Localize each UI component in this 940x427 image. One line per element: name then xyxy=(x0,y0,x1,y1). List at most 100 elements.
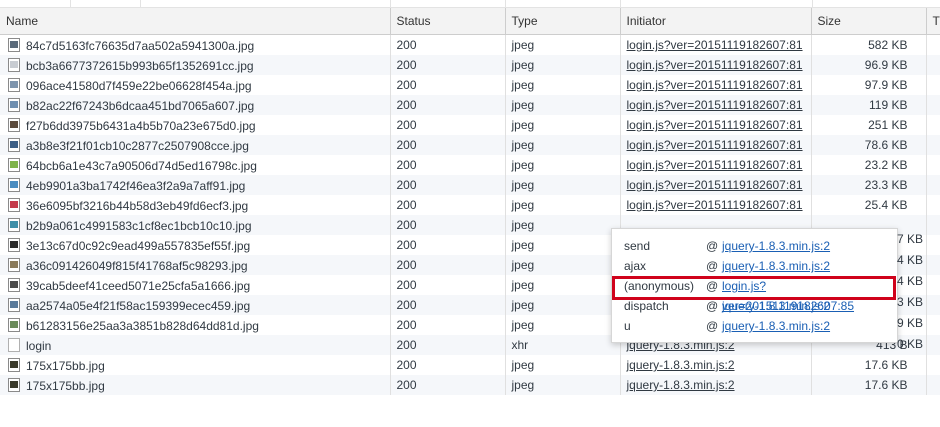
cell-time xyxy=(926,75,940,95)
stack-frame-source-link[interactable]: jquery-1.8.3.min.js:2 xyxy=(722,236,830,256)
initiator-link[interactable]: login.js?ver=20151119182607:81 xyxy=(627,78,803,92)
cell-type: jpeg xyxy=(505,175,621,195)
table-row[interactable]: a3b8e3f21f01cb10c2877c2507908cce.jpg 200 j… xyxy=(0,135,940,155)
stack-frame-at: @ xyxy=(706,259,719,273)
stack-frame-source-link[interactable]: jquery-1.8.3.min.js:2 xyxy=(722,296,830,316)
cell-name[interactable]: a36c091426049f815f41768af5c98293.jpg xyxy=(0,255,391,275)
thumbnail-swatch xyxy=(10,380,18,388)
initiator-link[interactable]: login.js?ver=20151119182607:81 xyxy=(627,178,803,192)
cell-name[interactable]: bcb3a6677372615b993b65f1352691cc.jpg xyxy=(0,55,391,75)
stack-frame: send @ jquery-1.8.3.min.js:2 xyxy=(620,236,885,256)
image-file-icon xyxy=(8,237,20,252)
table-row[interactable]: 175x175bb.jpg 200 jpeg jquery-1.8.3.min.js:… xyxy=(0,355,940,375)
table-row[interactable]: 64bcb6a1e43c7a90506d74d5ed16798c.jpg 200 j… xyxy=(0,155,940,175)
cell-type: jpeg xyxy=(505,115,621,135)
initiator-link[interactable]: login.js?ver=20151119182607:81 xyxy=(627,158,803,172)
cell-initiator: login.js?ver=20151119182607:81 xyxy=(620,75,812,95)
cell-type: jpeg xyxy=(505,235,621,255)
column-header-time[interactable]: Ti xyxy=(926,8,940,35)
image-file-icon xyxy=(8,257,20,272)
cell-time xyxy=(926,355,940,375)
initiator-link[interactable]: login.js?ver=20151119182607:81 xyxy=(627,118,803,132)
cell-size: 78.6 KB xyxy=(811,135,927,155)
cell-initiator: login.js?ver=20151119182607:81 xyxy=(620,34,812,55)
stack-frame-at: @ xyxy=(706,299,719,313)
initiator-link[interactable]: login.js?ver=20151119182607:81 xyxy=(627,38,803,52)
table-row[interactable]: b82ac22f67243b6dcaa451bd7065a607.jpg 200 j… xyxy=(0,95,940,115)
cell-name[interactable]: 36e6095bf3216b44b58d3eb49fd6ecf3.jpg xyxy=(0,195,391,215)
stack-frame-source-link[interactable]: jquery-1.8.3.min.js:2 xyxy=(722,316,830,336)
initiator-link[interactable]: login.js?ver=20151119182607:81 xyxy=(627,98,803,112)
cell-status: 200 xyxy=(390,275,506,295)
table-row[interactable]: 096ace41580d7f459e22be06628f454a.jpg 200 j… xyxy=(0,75,940,95)
image-file-icon xyxy=(8,97,20,112)
image-file-icon xyxy=(8,177,20,192)
cell-name[interactable]: 096ace41580d7f459e22be06628f454a.jpg xyxy=(0,75,391,95)
cell-status: 200 xyxy=(390,355,506,375)
column-header-initiator[interactable]: Initiator xyxy=(620,8,812,35)
table-row[interactable]: 4eb9901a3ba1742f46ea3f2a9a7aff91.jpg 200 j… xyxy=(0,175,940,195)
cell-status: 200 xyxy=(390,315,506,335)
initiator-link[interactable]: login.js?ver=20151119182607:81 xyxy=(627,198,803,212)
table-row[interactable]: 84c7d5163fc76635d7aa502a5941300a.jpg 200 j… xyxy=(0,34,940,55)
cell-initiator: login.js?ver=20151119182607:81 xyxy=(620,55,812,75)
cell-size: 17.6 KB xyxy=(811,375,927,395)
column-header-type[interactable]: Type xyxy=(505,8,621,35)
column-header-status[interactable]: Status xyxy=(390,8,506,35)
thumbnail-swatch xyxy=(10,100,18,108)
cell-status: 200 xyxy=(390,115,506,135)
request-name: 84c7d5163fc76635d7aa502a5941300a.jpg xyxy=(26,38,255,53)
cell-time xyxy=(926,295,940,315)
cell-name[interactable]: 64bcb6a1e43c7a90506d74d5ed16798c.jpg xyxy=(0,155,391,175)
cell-size: 582 KB xyxy=(811,34,927,55)
cell-name[interactable]: 84c7d5163fc76635d7aa502a5941300a.jpg xyxy=(0,34,391,55)
initiator-link[interactable]: login.js?ver=20151119182607:81 xyxy=(627,58,803,72)
cell-name[interactable]: f27b6dd3975b6431a4b5b70a23e675d0.jpg xyxy=(0,115,391,135)
column-header-name[interactable]: Name xyxy=(0,8,391,35)
stack-frame-at: @ xyxy=(706,319,719,333)
cell-status: 200 xyxy=(390,135,506,155)
cell-name[interactable]: aa2574a05e4f21f58ac159399ecec459.jpg xyxy=(0,295,391,315)
cell-name[interactable]: login xyxy=(0,335,391,355)
initiator-link[interactable]: login.js?ver=20151119182607:81 xyxy=(627,138,803,152)
cell-name[interactable]: 3e13c67d0c92c9ead499a557835ef55f.jpg xyxy=(0,235,391,255)
thumbnail-swatch xyxy=(10,180,18,188)
image-file-icon xyxy=(8,377,20,392)
table-row[interactable]: 36e6095bf3216b44b58d3eb49fd6ecf3.jpg 200 j… xyxy=(0,195,940,215)
cell-time xyxy=(926,175,940,195)
initiator-link[interactable]: jquery-1.8.3.min.js:2 xyxy=(627,358,735,372)
cell-name[interactable]: 175x175bb.jpg xyxy=(0,375,391,395)
thumbnail-swatch xyxy=(10,300,18,308)
request-name: bcb3a6677372615b993b65f1352691cc.jpg xyxy=(26,58,254,73)
cell-time xyxy=(926,34,940,55)
request-name: 64bcb6a1e43c7a90506d74d5ed16798c.jpg xyxy=(26,158,257,173)
stack-frame-source-link[interactable]: jquery-1.8.3.min.js:2 xyxy=(722,256,830,276)
initiator-link[interactable]: jquery-1.8.3.min.js:2 xyxy=(627,378,735,392)
cell-name[interactable]: 39cab5deef41ceed5071e25cfa5a1666.jpg xyxy=(0,275,391,295)
cell-size: 23.2 KB xyxy=(811,155,927,175)
table-row[interactable]: f27b6dd3975b6431a4b5b70a23e675d0.jpg 200 j… xyxy=(0,115,940,135)
stack-frame: dispatch @ jquery-1.8.3.min.js:2 xyxy=(620,296,885,316)
cell-name[interactable]: 4eb9901a3ba1742f46ea3f2a9a7aff91.jpg xyxy=(0,175,391,195)
cell-status: 200 xyxy=(390,235,506,255)
cell-name[interactable]: a3b8e3f21f01cb10c2877c2507908cce.jpg xyxy=(0,135,391,155)
cell-type: jpeg xyxy=(505,275,621,295)
stack-frame-at: @ xyxy=(706,279,719,293)
column-header-size[interactable]: Size xyxy=(811,8,927,35)
cell-time xyxy=(926,215,940,235)
thumbnail-swatch xyxy=(10,360,18,368)
cell-type: jpeg xyxy=(505,355,621,375)
cell-name[interactable]: b82ac22f67243b6dcaa451bd7065a607.jpg xyxy=(0,95,391,115)
cell-name[interactable]: b61283156e25aa3a3851b828d64dd81d.jpg xyxy=(0,315,391,335)
document-file-icon xyxy=(8,337,20,352)
cell-status: 200 xyxy=(390,295,506,315)
table-row[interactable]: bcb3a6677372615b993b65f1352691cc.jpg 200 j… xyxy=(0,55,940,75)
cell-name[interactable]: b2b9a061c4991583c1cf8ec1bcb10c10.jpg xyxy=(0,215,391,235)
stack-frame-function: u xyxy=(624,319,631,333)
request-name: b61283156e25aa3a3851b828d64dd81d.jpg xyxy=(26,318,259,333)
strip-divider xyxy=(140,0,141,7)
image-file-icon xyxy=(8,297,20,312)
table-row[interactable]: 175x175bb.jpg 200 jpeg jquery-1.8.3.min.js:… xyxy=(0,375,940,395)
cell-status: 200 xyxy=(390,375,506,395)
cell-name[interactable]: 175x175bb.jpg xyxy=(0,355,391,375)
